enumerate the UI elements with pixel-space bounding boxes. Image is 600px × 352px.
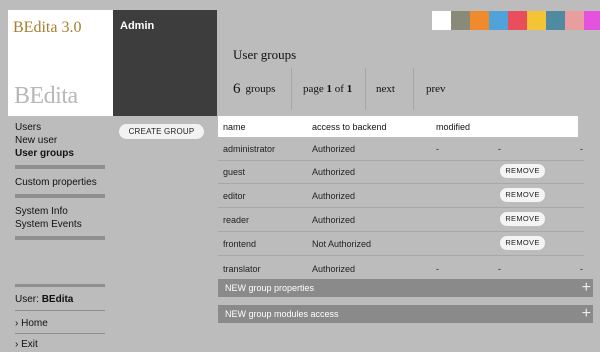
group-access: Authorized xyxy=(312,191,356,201)
module-swatch[interactable] xyxy=(451,11,470,30)
current-user: User: BEdita xyxy=(15,294,73,305)
page-prefix: page xyxy=(303,83,324,95)
exit-link[interactable]: › Exit xyxy=(15,339,38,350)
module-swatch[interactable] xyxy=(508,11,527,30)
pager: 6 groups page 1 of 1 next prev xyxy=(218,68,446,110)
table-header: name access to backend modified xyxy=(218,116,578,137)
module-swatch[interactable] xyxy=(527,11,546,30)
module-swatch[interactable] xyxy=(565,11,584,30)
module-swatch[interactable] xyxy=(470,11,489,30)
user-name: BEdita xyxy=(41,294,74,305)
group-access: Authorized xyxy=(312,167,356,177)
page-title: User groups xyxy=(233,47,297,62)
bedita-logo: BEdita xyxy=(14,83,78,109)
table-row[interactable]: frontend Not Authorized REMOVE xyxy=(218,232,584,256)
user-label: User: xyxy=(15,294,39,305)
app-title: BEdita 3.0 xyxy=(13,19,82,36)
page-of: of xyxy=(334,83,344,95)
table-row[interactable]: reader Authorized REMOVE xyxy=(218,208,584,232)
sidebar-item-user-groups[interactable]: User groups xyxy=(15,148,105,161)
remove-button[interactable]: REMOVE xyxy=(500,188,545,202)
group-name[interactable]: reader xyxy=(223,215,249,225)
new-group-properties-panel[interactable]: NEW group properties + xyxy=(218,279,593,297)
modified-cell: - xyxy=(436,144,439,154)
logo-box[interactable]: BEdita 3.0 BEdita xyxy=(8,10,113,116)
sidebar-item-custom-properties[interactable]: Custom properties xyxy=(15,177,105,190)
prev-link[interactable]: prev xyxy=(414,68,446,110)
empty-cell: - xyxy=(498,264,501,274)
group-name[interactable]: frontend xyxy=(223,239,256,249)
page-total: 1 xyxy=(346,83,353,95)
empty-cell: - xyxy=(580,144,583,154)
sidebar-divider xyxy=(15,236,105,240)
table-row[interactable]: administrator Authorized - - - xyxy=(218,137,584,161)
new-group-modules-access-panel[interactable]: NEW group modules access + xyxy=(218,305,593,323)
group-name[interactable]: translator xyxy=(223,264,261,274)
module-title: Admin xyxy=(120,20,155,32)
sidebar-divider xyxy=(15,165,105,169)
module-swatch[interactable] xyxy=(432,11,451,30)
sidebar: Users New user User groups Custom proper… xyxy=(15,122,105,248)
remove-button[interactable]: REMOVE xyxy=(500,236,545,250)
module-swatches xyxy=(432,11,600,30)
group-count-number: 6 xyxy=(233,80,241,97)
group-name[interactable]: guest xyxy=(223,167,245,177)
table-row[interactable]: guest Authorized REMOVE xyxy=(218,160,584,184)
column-header-name[interactable]: name xyxy=(223,122,246,132)
create-group-button[interactable]: CREATE GROUP xyxy=(119,124,204,139)
module-swatch[interactable] xyxy=(546,11,565,30)
expand-plus-icon[interactable]: + xyxy=(582,305,591,323)
sidebar-item-system-info[interactable]: System Info xyxy=(15,206,105,219)
column-header-access[interactable]: access to backend xyxy=(312,122,387,132)
group-access: Authorized xyxy=(312,144,356,154)
column-header-modified[interactable]: modified xyxy=(436,122,470,132)
empty-cell: - xyxy=(580,264,583,274)
panel-title: NEW group properties xyxy=(225,283,315,293)
modified-cell: - xyxy=(436,264,439,274)
module-swatch[interactable] xyxy=(489,11,508,30)
module-swatch[interactable] xyxy=(584,11,600,30)
expand-plus-icon[interactable]: + xyxy=(582,279,591,297)
group-access: Authorized xyxy=(312,215,356,225)
home-link[interactable]: › Home xyxy=(15,318,48,329)
group-access: Authorized xyxy=(312,264,356,274)
remove-button[interactable]: REMOVE xyxy=(500,164,545,178)
group-name[interactable]: administrator xyxy=(223,144,275,154)
group-access: Not Authorized xyxy=(312,239,372,249)
table-row[interactable]: editor Authorized REMOVE xyxy=(218,184,584,208)
group-count-label: groups xyxy=(245,83,276,95)
page-current: 1 xyxy=(326,83,333,95)
sidebar-item-system-events[interactable]: System Events xyxy=(15,219,105,232)
sidebar-item-users[interactable]: Users xyxy=(15,122,105,135)
group-name[interactable]: editor xyxy=(223,191,246,201)
sidebar-item-new-user[interactable]: New user xyxy=(15,135,105,148)
group-count: 6 groups xyxy=(218,68,292,110)
remove-button[interactable]: REMOVE xyxy=(500,212,545,226)
next-link[interactable]: next xyxy=(366,68,414,110)
sidebar-divider xyxy=(15,333,105,334)
module-box: Admin xyxy=(113,10,217,116)
sidebar-divider xyxy=(15,194,105,198)
panel-title: NEW group modules access xyxy=(225,309,339,319)
table-row[interactable]: translator Authorized - - - xyxy=(218,257,584,281)
sidebar-divider xyxy=(15,310,105,311)
empty-cell: - xyxy=(498,144,501,154)
page-indicator: page 1 of 1 xyxy=(292,68,366,110)
sidebar-divider xyxy=(15,284,105,287)
